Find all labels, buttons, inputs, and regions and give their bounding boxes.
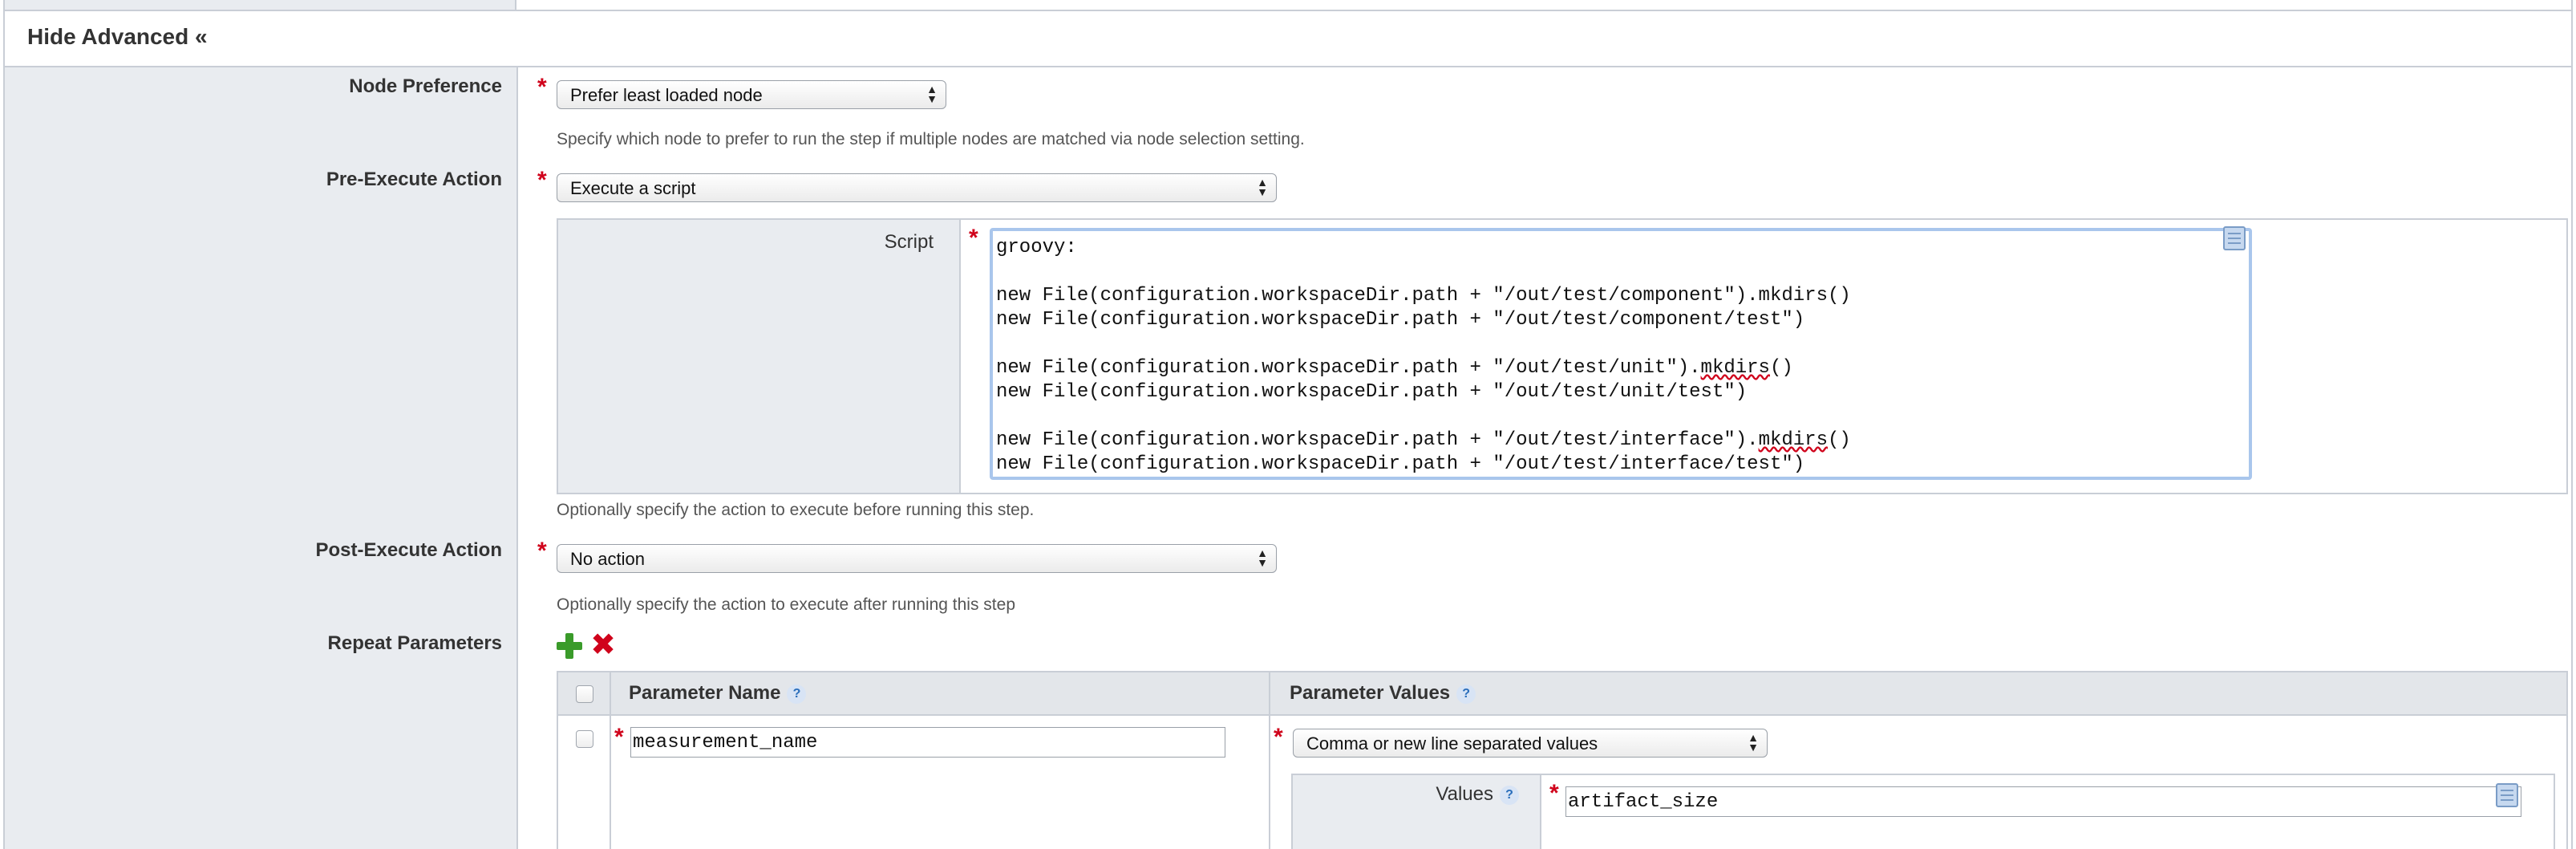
code-line: new File(configuration.workspaceDir.path… xyxy=(996,429,1851,451)
code-line: new File(configuration.workspaceDir.path… xyxy=(996,285,1851,307)
values-label: Values? xyxy=(1436,783,1519,806)
script-label: Script xyxy=(884,231,934,253)
updown-arrows-icon: ▲ ▼ xyxy=(1257,546,1268,569)
column-header-parameter-name: Parameter Name? xyxy=(629,682,807,705)
values-panel: Values? * xyxy=(1291,774,2555,849)
row-checkbox[interactable] xyxy=(576,730,593,748)
node-preference-help: Specify which node to prefer to run the … xyxy=(557,130,1305,148)
column-header-label: Parameter Name xyxy=(629,682,781,704)
node-preference-label: Node Preference xyxy=(349,75,502,97)
select-all-checkbox[interactable] xyxy=(576,685,593,703)
script-editor[interactable]: groovy: new File(configuration.workspace… xyxy=(990,228,2252,480)
parameter-name-input[interactable] xyxy=(630,727,1225,758)
code-line: new File(configuration.workspaceDir.path… xyxy=(996,453,1805,475)
required-marker: * xyxy=(537,74,547,100)
node-preference-select[interactable]: Prefer least loaded node ▲ ▼ xyxy=(557,80,946,109)
spellcheck-mark: mkdirs xyxy=(1758,429,1828,451)
pre-execute-label: Pre-Execute Action xyxy=(326,169,502,190)
post-execute-value: No action xyxy=(570,549,645,569)
parameter-values-type-select[interactable]: Comma or new line separated values ▲ ▼ xyxy=(1293,729,1768,758)
pre-execute-select[interactable]: Execute a script ▲ ▼ xyxy=(557,173,1277,202)
parameter-values-type-value: Comma or new line separated values xyxy=(1306,733,1598,754)
column-divider xyxy=(1269,672,1270,849)
page-frame: Hide Advanced « Node Preference * Prefer… xyxy=(3,0,2573,849)
updown-arrows-icon: ▲ ▼ xyxy=(1257,176,1268,198)
top-strip xyxy=(5,0,2571,11)
column-divider xyxy=(610,672,611,849)
script-panel: Script * groovy: new File(configuration.… xyxy=(557,218,2568,494)
required-marker: * xyxy=(969,225,978,251)
plus-icon[interactable] xyxy=(557,633,582,659)
post-execute-label: Post-Execute Action xyxy=(315,539,503,561)
updown-arrows-icon: ▲ ▼ xyxy=(1748,731,1759,754)
required-marker: * xyxy=(537,167,547,193)
node-preference-value: Prefer least loaded node xyxy=(570,85,763,105)
required-marker: * xyxy=(1274,724,1283,750)
document-icon[interactable] xyxy=(2496,783,2518,807)
table-header: Parameter Name? Parameter Values? xyxy=(558,672,2566,716)
values-label-text: Values xyxy=(1436,783,1493,805)
pre-execute-help: Optionally specify the action to execute… xyxy=(557,501,1035,519)
pre-execute-value: Execute a script xyxy=(570,178,696,198)
updown-arrows-icon: ▲ ▼ xyxy=(926,83,938,105)
required-marker: * xyxy=(1549,780,1559,806)
code-line: new File(configuration.workspaceDir.path… xyxy=(996,357,1793,379)
required-marker: * xyxy=(614,724,624,750)
code-line: groovy: xyxy=(996,237,1077,258)
section-header[interactable]: Hide Advanced « xyxy=(5,13,2571,67)
document-icon[interactable] xyxy=(2223,226,2246,250)
post-execute-select[interactable]: No action ▲ ▼ xyxy=(557,544,1277,573)
spellcheck-mark: mkdirs xyxy=(1700,357,1770,379)
code-line: new File(configuration.workspaceDir.path… xyxy=(996,309,1805,331)
help-icon[interactable]: ? xyxy=(1456,684,1476,704)
code-line: new File(configuration.workspaceDir.path… xyxy=(996,381,1748,403)
delete-x-icon[interactable]: ✖ xyxy=(590,630,616,660)
script-label-cell xyxy=(558,220,961,493)
post-execute-help: Optionally specify the action to execute… xyxy=(557,595,1015,614)
hide-advanced-toggle[interactable]: Hide Advanced « xyxy=(27,24,208,50)
repeat-parameters-table: Parameter Name? Parameter Values? * * Co… xyxy=(557,671,2568,849)
values-input[interactable] xyxy=(1565,786,2521,817)
required-marker: * xyxy=(537,538,547,564)
help-icon[interactable]: ? xyxy=(787,684,807,704)
repeat-parameters-label: Repeat Parameters xyxy=(327,632,502,654)
column-header-parameter-values: Parameter Values? xyxy=(1290,682,1476,705)
help-icon[interactable]: ? xyxy=(1500,785,1519,805)
column-header-label: Parameter Values xyxy=(1290,682,1451,704)
